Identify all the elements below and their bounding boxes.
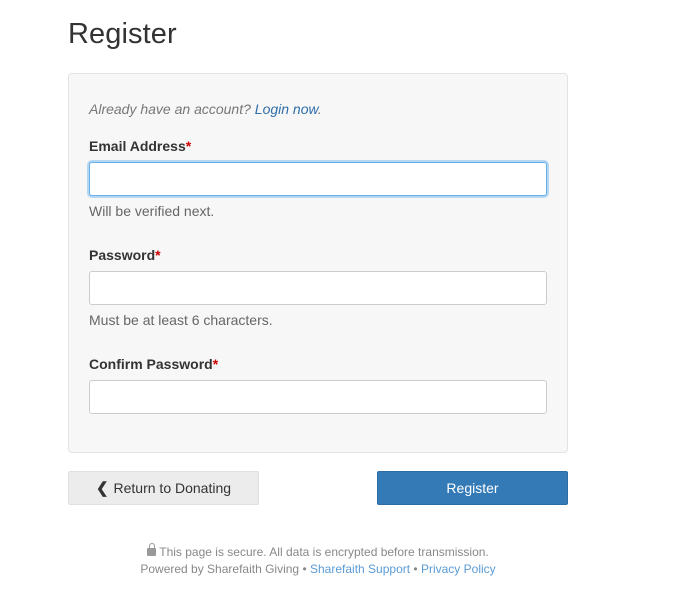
return-to-donating-label: Return to Donating [113,480,232,496]
lock-icon [147,543,157,556]
register-page: Register Already have an account? Login … [0,0,683,615]
sharefaith-support-link[interactable]: Sharefaith Support [310,562,410,576]
footer-separator: • [413,562,418,576]
password-field[interactable] [89,271,547,305]
login-prompt: Already have an account? Login now. [89,101,322,117]
chevron-left-icon: ❮ [95,480,109,497]
secure-notice-text: This page is secure. All data is encrypt… [159,545,489,559]
required-marker: * [212,356,219,372]
login-prompt-text: Already have an account? [89,101,251,117]
register-form-panel: Already have an account? Login now. Emai… [68,73,568,453]
required-marker: * [155,247,161,263]
register-button-label: Register [446,480,499,496]
password-label-text: Password [89,247,156,263]
login-prompt-suffix: . [317,101,322,117]
email-label-text: Email Address [89,138,186,154]
password-label: Password* [89,247,161,263]
email-label: Email Address* [89,138,191,154]
register-button[interactable]: Register [377,471,568,505]
powered-by-text: Powered by Sharefaith Giving [140,562,300,576]
confirm-password-label: Confirm Password* [89,356,218,372]
password-help-text: Must be at least 6 characters. [89,312,273,328]
footer-separator: • [302,562,307,576]
login-link[interactable]: Login now [255,101,318,117]
footer-links: Powered by Sharefaith Giving • Sharefait… [68,562,568,576]
page-title: Register [68,18,177,50]
confirm-password-label-text: Confirm Password [89,356,213,372]
secure-notice: This page is secure. All data is encrypt… [68,543,568,559]
email-help-text: Will be verified next. [89,203,215,219]
email-field[interactable] [89,162,547,196]
privacy-policy-link[interactable]: Privacy Policy [421,562,496,576]
return-to-donating-button[interactable]: ❮ Return to Donating [68,471,259,505]
required-marker: * [185,138,192,154]
confirm-password-field[interactable] [89,380,547,414]
